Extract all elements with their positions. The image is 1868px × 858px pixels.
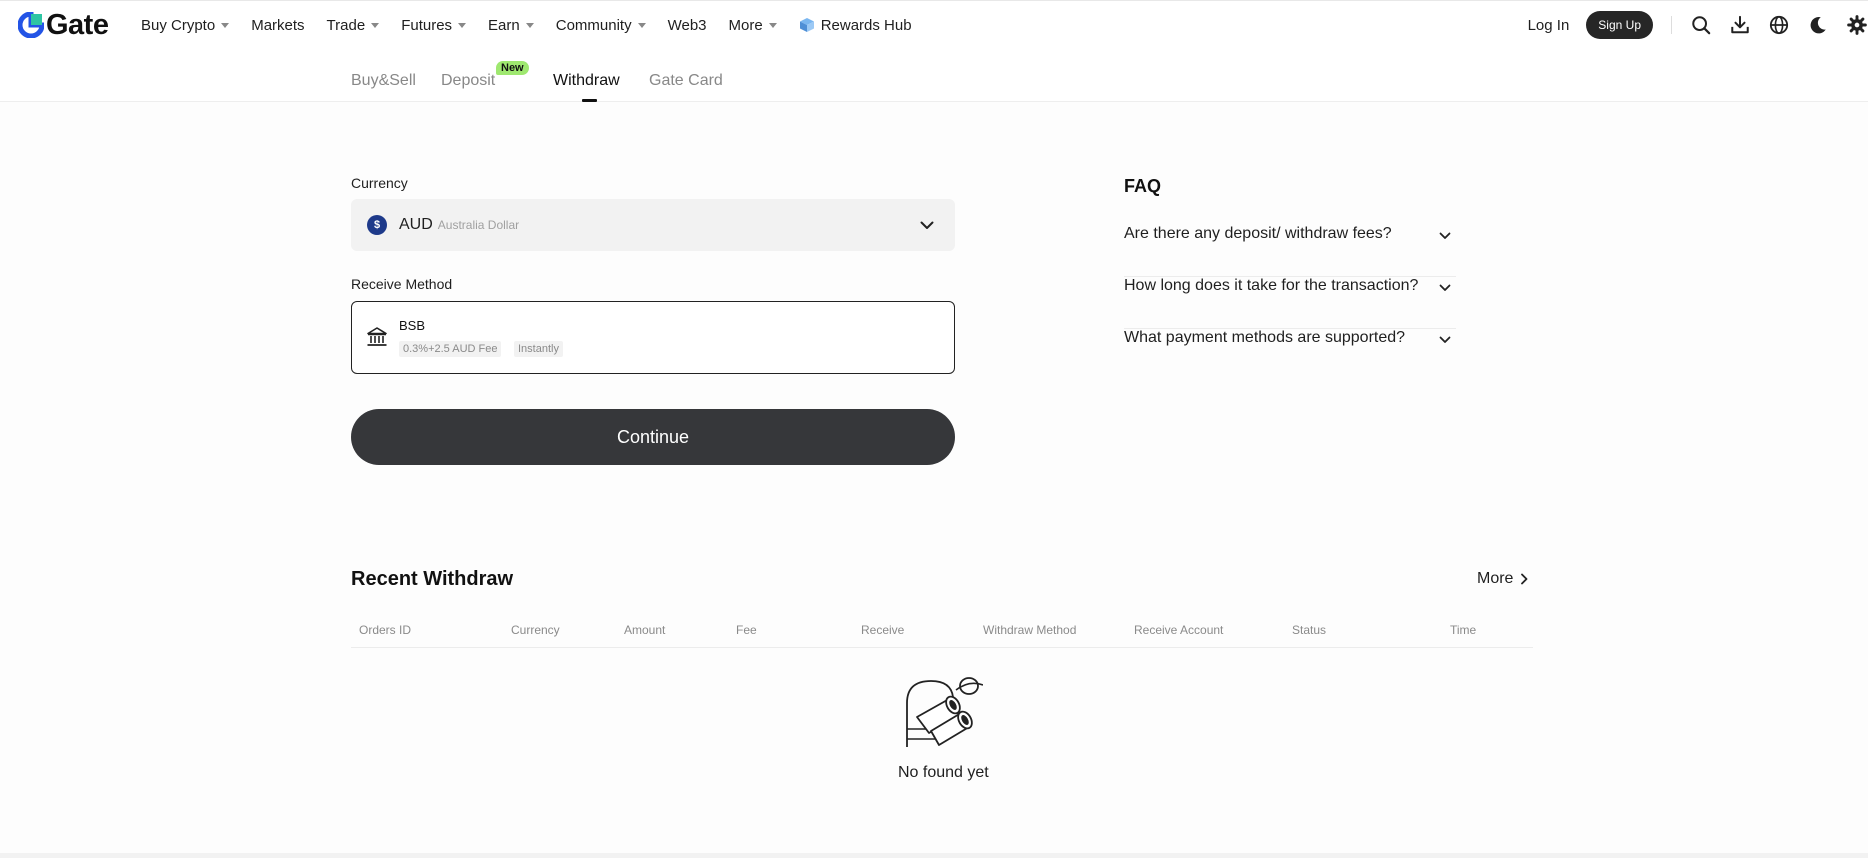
faq-item-duration[interactable]: How long does it take for the transactio…	[1124, 277, 1456, 329]
active-tab-indicator	[582, 99, 597, 102]
gift-box-icon	[799, 18, 814, 32]
nav-more-label: More	[728, 16, 763, 34]
continue-button[interactable]: Continue	[351, 409, 955, 465]
page-bottom-edge	[0, 853, 1868, 858]
column-header: Amount	[624, 623, 666, 637]
nav-trade[interactable]: Trade	[327, 17, 380, 34]
nav-community-label: Community	[555, 16, 632, 34]
caret-down-icon	[371, 22, 380, 28]
faq-question: Are there any deposit/ withdraw fees?	[1124, 225, 1392, 242]
nav-earn[interactable]: Earn	[488, 17, 534, 34]
settings-icon[interactable]	[1846, 14, 1868, 36]
login-link[interactable]: Log In	[1528, 17, 1570, 34]
receive-method-label: Receive Method	[351, 276, 453, 292]
chevron-down-icon	[1439, 284, 1451, 291]
fiat-tabs-bar	[0, 48, 1868, 102]
globe-icon[interactable]	[1768, 14, 1790, 36]
more-link[interactable]: More	[1477, 570, 1531, 588]
faq-item-fees[interactable]: Are there any deposit/ withdraw fees?	[1124, 225, 1456, 277]
chevron-right-icon	[1521, 573, 1528, 585]
nav-web3[interactable]: Web3	[668, 17, 707, 34]
nav-more[interactable]: More	[729, 17, 777, 34]
gate-logo-icon	[18, 12, 44, 38]
faq-item-methods[interactable]: What payment methods are supported?	[1124, 329, 1456, 381]
fee-tag: 0.3%+2.5 AUD Fee	[399, 341, 502, 357]
caret-down-icon	[768, 22, 777, 28]
bank-icon	[367, 327, 387, 346]
receive-method-option[interactable]: BSB 0.3%+2.5 AUD Fee Instantly	[351, 301, 955, 374]
currency-coin-icon: $	[367, 215, 387, 235]
tab-deposit[interactable]: Deposit	[441, 72, 495, 90]
nav-divider	[1671, 16, 1672, 34]
tab-buy-sell[interactable]: Buy&Sell	[351, 72, 416, 90]
tab-gate-card[interactable]: Gate Card	[649, 72, 723, 90]
download-icon[interactable]	[1729, 14, 1751, 36]
column-header: Currency	[511, 623, 560, 637]
speed-tag: Instantly	[514, 341, 563, 357]
search-icon[interactable]	[1690, 14, 1712, 36]
chevron-down-icon	[1439, 232, 1451, 239]
chevron-down-icon	[1439, 336, 1451, 343]
column-header: Receive	[861, 623, 905, 637]
caret-down-icon	[637, 22, 646, 28]
recent-withdraw-title: Recent Withdraw	[351, 568, 514, 590]
nav-rewards-hub[interactable]: Rewards Hub	[799, 17, 912, 34]
column-header: Time	[1450, 623, 1477, 637]
nav-buy-crypto[interactable]: Buy Crypto	[141, 16, 230, 34]
main-menu: Buy Crypto Markets Trade Futures Earn Co…	[141, 1, 934, 49]
nav-buy-crypto-label: Buy Crypto	[141, 16, 216, 34]
column-header: Status	[1292, 623, 1327, 637]
nav-markets-label: Markets	[251, 16, 305, 34]
logo-text: Gate	[46, 8, 109, 41]
nav-trade-label: Trade	[326, 16, 366, 34]
empty-state-text: No found yet	[898, 764, 989, 781]
currency-name: Australia Dollar	[437, 218, 520, 232]
gate-logo[interactable]: Gate	[18, 8, 109, 41]
receive-method-name: BSB	[399, 318, 426, 333]
faq-title: FAQ	[1124, 176, 1162, 196]
nav-markets[interactable]: Markets	[251, 17, 304, 34]
faq-question: What payment methods are supported?	[1124, 329, 1406, 346]
caret-down-icon	[458, 22, 467, 28]
new-badge: New	[496, 61, 529, 75]
more-link-label: More	[1477, 570, 1514, 587]
moon-icon[interactable]	[1807, 14, 1829, 36]
tab-withdraw[interactable]: Withdraw	[553, 72, 620, 90]
caret-down-icon	[221, 22, 230, 28]
currency-select[interactable]: $ AUD Australia Dollar	[351, 199, 955, 251]
nav-futures[interactable]: Futures	[401, 16, 467, 34]
nav-earn-label: Earn	[488, 16, 520, 34]
account-controls: Log In Sign Up	[1528, 1, 1868, 49]
faq-question: How long does it take for the transactio…	[1124, 277, 1419, 294]
nav-web3-label: Web3	[667, 16, 707, 34]
column-header: Fee	[736, 623, 757, 637]
nav-rewards-label: Rewards Hub	[820, 16, 912, 34]
nav-futures-label: Futures	[401, 16, 453, 34]
binoculars-empty-icon	[906, 677, 983, 747]
column-header: Receive Account	[1134, 623, 1224, 637]
nav-community[interactable]: Community	[556, 17, 646, 34]
currency-code: AUD	[399, 216, 433, 233]
currency-label: Currency	[351, 175, 408, 191]
signup-button[interactable]: Sign Up	[1586, 11, 1653, 39]
top-navbar: Gate Buy Crypto Markets Trade Futures Ea…	[0, 0, 1868, 48]
column-header: Withdraw Method	[983, 623, 1077, 637]
chevron-down-icon	[920, 221, 934, 229]
column-header: Orders ID	[359, 623, 412, 637]
caret-down-icon	[525, 22, 534, 28]
withdraw-table-header: Orders ID Currency Amount Fee Receive Wi…	[351, 623, 1533, 648]
